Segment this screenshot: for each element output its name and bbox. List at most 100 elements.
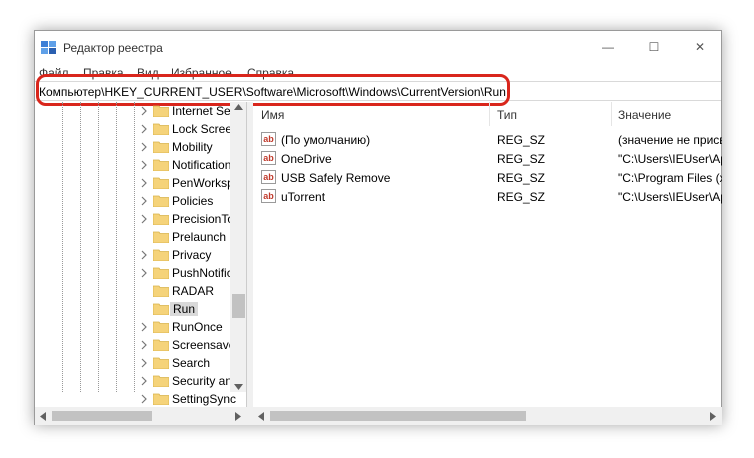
- folder-icon: [153, 195, 169, 207]
- folder-icon: [153, 249, 169, 261]
- value-row[interactable]: ab USB Safely Remove REG_SZ "C:\Program Fil…: [253, 168, 722, 187]
- string-value-icon: ab: [261, 151, 276, 165]
- folder-icon: [153, 339, 169, 351]
- value-data: "C:\Users\IEUser\Ap: [618, 152, 722, 166]
- scroll-up-icon[interactable]: [234, 104, 243, 110]
- tree-item-label: Screensave: [172, 338, 236, 352]
- tree-guide-line: [80, 102, 81, 392]
- scroll-right-icon[interactable]: [235, 412, 241, 421]
- scroll-down-icon[interactable]: [234, 384, 243, 390]
- column-separator[interactable]: [611, 102, 612, 126]
- folder-icon: [153, 393, 169, 405]
- values-list-pane[interactable]: Имя Тип Значение ab (По умолчанию) REG_SZ (…: [253, 102, 722, 407]
- tree-item-label: RunOnce: [172, 320, 223, 334]
- chevron-right-icon[interactable]: [139, 177, 149, 189]
- chevron-right-icon[interactable]: [139, 195, 149, 207]
- title-bar[interactable]: Редактор реестра — ☐ ✕: [35, 31, 721, 63]
- tree-vertical-scrollbar[interactable]: [230, 102, 246, 392]
- tree-guide-line: [116, 102, 117, 392]
- maximize-icon: ☐: [648, 40, 660, 54]
- tree-item-label: Notification: [172, 158, 232, 172]
- chevron-right-icon[interactable]: [139, 357, 149, 369]
- column-name-header[interactable]: Имя: [261, 108, 284, 122]
- tree-item-label: Privacy: [172, 248, 212, 262]
- tree-guide-line: [98, 102, 99, 392]
- registry-editor-window: Редактор реестра — ☐ ✕ Файл Правка Вид И…: [34, 30, 722, 425]
- address-bar[interactable]: Компьютер\HKEY_CURRENT_USER\Software\Mic…: [35, 74, 721, 106]
- chevron-right-icon[interactable]: [139, 249, 149, 261]
- column-value-header[interactable]: Значение: [618, 108, 671, 122]
- string-value-icon: ab: [261, 132, 276, 146]
- folder-icon: [153, 267, 169, 279]
- chevron-right-icon[interactable]: [139, 339, 149, 351]
- value-type: REG_SZ: [497, 171, 546, 185]
- chevron-right-icon[interactable]: [139, 213, 149, 225]
- chevron-right-icon[interactable]: [139, 393, 149, 405]
- column-separator[interactable]: [489, 102, 490, 126]
- value-row[interactable]: ab uTorrent REG_SZ "C:\Users\IEUser\Ap: [253, 187, 722, 206]
- folder-icon: [153, 105, 169, 117]
- value-row[interactable]: ab (По умолчанию) REG_SZ (значение не присв: [253, 130, 722, 149]
- key-tree-pane[interactable]: Internet Set Lock Screen Mobility Notificat…: [35, 102, 247, 407]
- chevron-right-icon[interactable]: [139, 267, 149, 279]
- chevron-right-icon[interactable]: [139, 123, 149, 135]
- close-button[interactable]: ✕: [677, 31, 723, 63]
- tree-hscroll-thumb[interactable]: [52, 411, 152, 421]
- list-header: Имя Тип Значение: [253, 102, 722, 126]
- scroll-left-icon[interactable]: [40, 412, 46, 421]
- string-value-icon: ab: [261, 189, 276, 203]
- chevron-right-icon[interactable]: [139, 375, 149, 387]
- tree-item-label: RADAR: [172, 284, 215, 298]
- tree-guide-line: [62, 102, 63, 392]
- tree-item-label: Run: [170, 302, 199, 316]
- tree-item-label: PenWorksp: [172, 176, 234, 190]
- value-row[interactable]: ab OneDrive REG_SZ "C:\Users\IEUser\Ap: [253, 149, 722, 168]
- value-name: uTorrent: [281, 190, 326, 204]
- folder-icon: [153, 159, 169, 171]
- chevron-right-icon[interactable]: [139, 159, 149, 171]
- minimize-button[interactable]: —: [585, 31, 631, 63]
- scroll-left-icon[interactable]: [258, 412, 264, 421]
- chevron-right-icon[interactable]: [139, 321, 149, 333]
- close-icon: ✕: [694, 40, 706, 54]
- scroll-right-icon[interactable]: [710, 412, 716, 421]
- folder-icon: [153, 357, 169, 369]
- column-type-header[interactable]: Тип: [497, 108, 517, 122]
- value-name: OneDrive: [281, 152, 332, 166]
- tree-scroll-thumb[interactable]: [232, 294, 245, 318]
- value-data: "C:\Users\IEUser\Ap: [618, 190, 722, 204]
- registry-editor-icon: [41, 41, 56, 54]
- tree-horizontal-scrollbar[interactable]: [35, 407, 247, 425]
- tree-item-label: Policies: [172, 194, 214, 208]
- tree-item-label: SettingSync: [172, 392, 237, 406]
- folder-icon: [153, 375, 169, 387]
- folder-icon: [153, 213, 169, 225]
- tree-item-label: PushNotific: [172, 266, 233, 280]
- folder-icon: [153, 177, 169, 189]
- list-hscroll-thumb[interactable]: [270, 411, 526, 421]
- window-title: Редактор реестра: [63, 41, 163, 55]
- tree-item-label: Prelaunch: [172, 230, 227, 244]
- folder-icon: [153, 231, 169, 243]
- tree-item-label: Lock Screen: [172, 122, 239, 136]
- maximize-button[interactable]: ☐: [631, 31, 677, 63]
- minimize-icon: —: [602, 40, 614, 54]
- folder-icon: [153, 141, 169, 153]
- folder-icon: [153, 303, 169, 315]
- value-data: (значение не присв: [618, 133, 722, 147]
- chevron-right-icon[interactable]: [139, 141, 149, 153]
- folder-icon: [153, 123, 169, 135]
- folder-icon: [153, 285, 169, 297]
- chevron-right-icon[interactable]: [139, 105, 149, 117]
- tree-item-label: Security an: [172, 374, 233, 388]
- value-name: (По умолчанию): [281, 133, 371, 147]
- list-horizontal-scrollbar[interactable]: [253, 407, 722, 425]
- value-type: REG_SZ: [497, 152, 546, 166]
- value-data: "C:\Program Files (x: [618, 171, 722, 185]
- folder-icon: [153, 321, 169, 333]
- value-name: USB Safely Remove: [281, 171, 391, 185]
- tree-item-label: Internet Set: [172, 104, 235, 118]
- tree-item-label: Search: [172, 356, 211, 370]
- string-value-icon: ab: [261, 170, 276, 184]
- tree-item[interactable]: SettingSync: [139, 390, 246, 407]
